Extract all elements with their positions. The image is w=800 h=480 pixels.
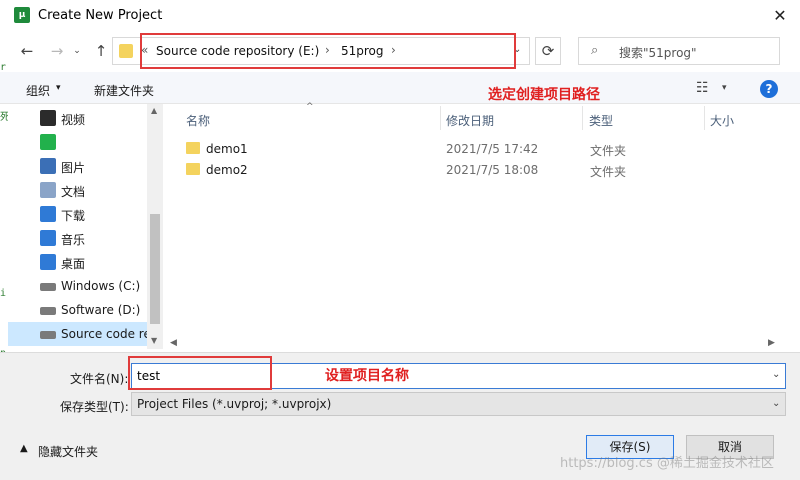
annotation-box-name (128, 356, 272, 390)
sidebar-item-drive-c[interactable]: Windows (C:) (8, 274, 156, 298)
file-name: demo2 (206, 163, 248, 177)
sidebar-scrollbar[interactable]: ▲ ▼ (147, 104, 163, 349)
app-icon: μ (14, 7, 30, 23)
filetype-label: 保存类型(T): (60, 400, 129, 414)
folder-icon (119, 44, 133, 58)
watermark: https://blog.cs @稀土掘金技术社区 (560, 456, 774, 471)
chevron-down-icon[interactable]: ⌄ (772, 369, 780, 380)
sidebar-item-label: 音乐 (61, 233, 86, 247)
sidebar-item-documents[interactable]: 文档 (8, 178, 156, 202)
video-icon (40, 110, 56, 126)
forward-arrow-icon[interactable]: → (46, 40, 68, 62)
sidebar-item-drive-e[interactable]: Source code re (8, 322, 156, 346)
sidebar-item-label: 下载 (61, 209, 86, 223)
folder-icon (186, 142, 200, 154)
column-header-type[interactable]: 类型 (589, 112, 613, 129)
annotation-box-path (140, 33, 516, 69)
column-divider[interactable] (582, 106, 583, 130)
drive-icon (40, 283, 56, 291)
sidebar-item-label: Source code re (61, 327, 151, 341)
sidebar-item-drive-d[interactable]: Software (D:) (8, 298, 156, 322)
column-header-name[interactable]: 名称 (186, 112, 210, 129)
scrollbar-thumb[interactable] (150, 214, 160, 324)
scroll-right-icon[interactable]: ▶ (768, 338, 775, 348)
sidebar-item-videos[interactable]: 视频 (8, 106, 156, 130)
annotation-path-note: 选定创建项目路径 (488, 87, 600, 103)
search-input[interactable]: ⌕ 搜索"51prog" (578, 37, 780, 65)
search-placeholder: 搜索"51prog" (619, 46, 697, 60)
sidebar-item-pictures[interactable]: 图片 (8, 154, 156, 178)
annotation-name-note: 设置项目名称 (325, 368, 409, 384)
sidebar-item-wechat[interactable] (8, 130, 156, 154)
file-list: ^ 名称 修改日期 类型 大小 demo1 2021/7/5 17:42 文件夹… (164, 102, 784, 340)
recent-locations-chevron-icon[interactable]: ⌄ (70, 40, 84, 62)
column-divider[interactable] (704, 106, 705, 130)
search-icon: ⌕ (591, 43, 599, 58)
wechat-icon (40, 134, 56, 150)
sidebar-item-downloads[interactable]: 下载 (8, 202, 156, 226)
documents-icon (40, 182, 56, 198)
scroll-down-icon[interactable]: ▼ (151, 336, 157, 345)
file-type: 文件夹 (590, 144, 627, 158)
table-row[interactable]: demo1 2021/7/5 17:42 文件夹 (180, 138, 780, 160)
title-bar: μ Create New Project ✕ (0, 0, 800, 32)
view-mode-icon[interactable]: ☷ (696, 80, 709, 96)
sidebar-item-desktop[interactable]: 桌面 (8, 250, 156, 274)
sidebar-item-label: 图片 (61, 161, 86, 175)
sidebar-item-label: 视频 (61, 113, 86, 127)
help-icon[interactable]: ? (760, 80, 778, 98)
new-folder-button[interactable]: 新建文件夹 (94, 82, 154, 99)
file-date: 2021/7/5 17:42 (446, 142, 539, 156)
column-divider[interactable] (440, 106, 441, 130)
navigation-pane: 视频 图片 文档 下载 音乐 桌面 Windows (C:) Software … (8, 104, 164, 349)
organize-button[interactable]: 组织 (26, 82, 50, 99)
horizontal-scrollbar[interactable]: ◀ ▶ (164, 336, 784, 352)
downloads-icon (40, 206, 56, 222)
drive-icon (40, 307, 56, 315)
chevron-down-icon[interactable]: ▾ (722, 83, 727, 93)
sidebar-item-label: 桌面 (61, 257, 86, 271)
folder-icon (186, 163, 200, 175)
drive-icon (40, 331, 56, 339)
refresh-icon[interactable]: ⟳ (535, 37, 561, 65)
column-header-date[interactable]: 修改日期 (446, 112, 494, 129)
window-title: Create New Project (38, 8, 163, 23)
filetype-select[interactable]: Project Files (*.uvproj; *.uvprojx) ⌄ (131, 392, 786, 416)
filename-label: 文件名(N): (70, 372, 129, 386)
scroll-left-icon[interactable]: ◀ (170, 338, 177, 348)
chevron-down-icon[interactable]: ⌄ (772, 398, 780, 409)
back-arrow-icon[interactable]: ← (16, 40, 38, 62)
hide-folders-toggle[interactable]: ▲ 隐藏文件夹 (18, 443, 108, 459)
file-type: 文件夹 (590, 165, 627, 179)
music-icon (40, 230, 56, 246)
sidebar-item-label: Software (D:) (61, 303, 141, 317)
column-header-size[interactable]: 大小 (710, 112, 734, 129)
table-row[interactable]: demo2 2021/7/5 18:08 文件夹 (180, 159, 780, 181)
command-toolbar: 组织 ▾ 新建文件夹 ☷ ▾ ? (0, 72, 800, 104)
sidebar-item-label: Windows (C:) (61, 279, 141, 293)
file-name: demo1 (206, 142, 248, 156)
scroll-up-icon[interactable]: ▲ (151, 106, 157, 115)
up-arrow-icon[interactable]: ↑ (90, 40, 112, 62)
pictures-icon (40, 158, 56, 174)
file-date: 2021/7/5 18:08 (446, 163, 539, 177)
desktop-icon (40, 254, 56, 270)
sidebar-item-music[interactable]: 音乐 (8, 226, 156, 250)
sort-caret-icon: ^ (306, 102, 314, 112)
hide-folders-label: 隐藏文件夹 (38, 445, 99, 459)
background-code-fragment: i (0, 288, 7, 299)
sidebar-item-label: 文档 (61, 185, 86, 199)
chevron-down-icon[interactable]: ▾ (56, 83, 61, 93)
chevron-up-icon: ▲ (20, 443, 28, 454)
filetype-value: Project Files (*.uvproj; *.uvprojx) (137, 397, 332, 411)
close-button[interactable]: ✕ (764, 2, 796, 30)
